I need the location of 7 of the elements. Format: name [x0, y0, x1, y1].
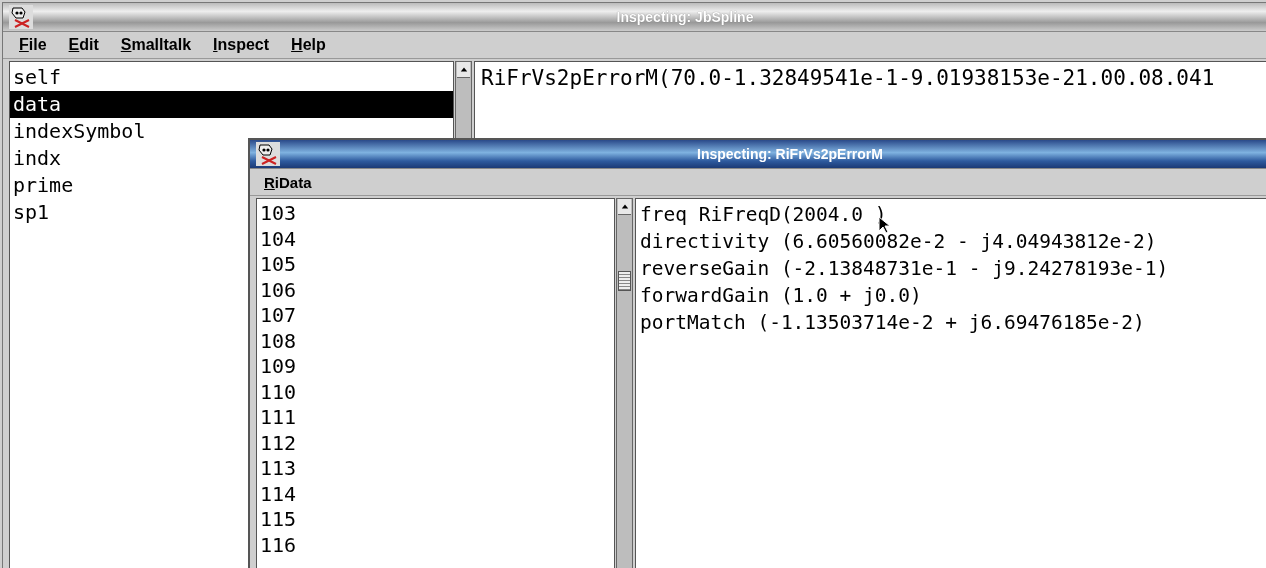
value-line: reverseGain (-2.13848731e-1 - j9.24278193e-1)	[640, 256, 1169, 282]
value-text: RiFrVs2pErrorM(70.0-1.32849541e-1-9.01938153e-21.00.08.041	[481, 66, 1216, 90]
value-line: portMatch (-1.13503714e-2 + j6.69476185e-2)	[640, 310, 1145, 336]
window-title: Inspecting: JbSpline	[616, 9, 754, 25]
value-line: forwardGain (1.0 + j0.0)	[640, 283, 922, 309]
value-line: directivity (6.60560082e-2 - j4.04943812e-2)	[640, 229, 1157, 255]
window-title: Inspecting: RiFrVs2pErrorM	[697, 146, 883, 162]
